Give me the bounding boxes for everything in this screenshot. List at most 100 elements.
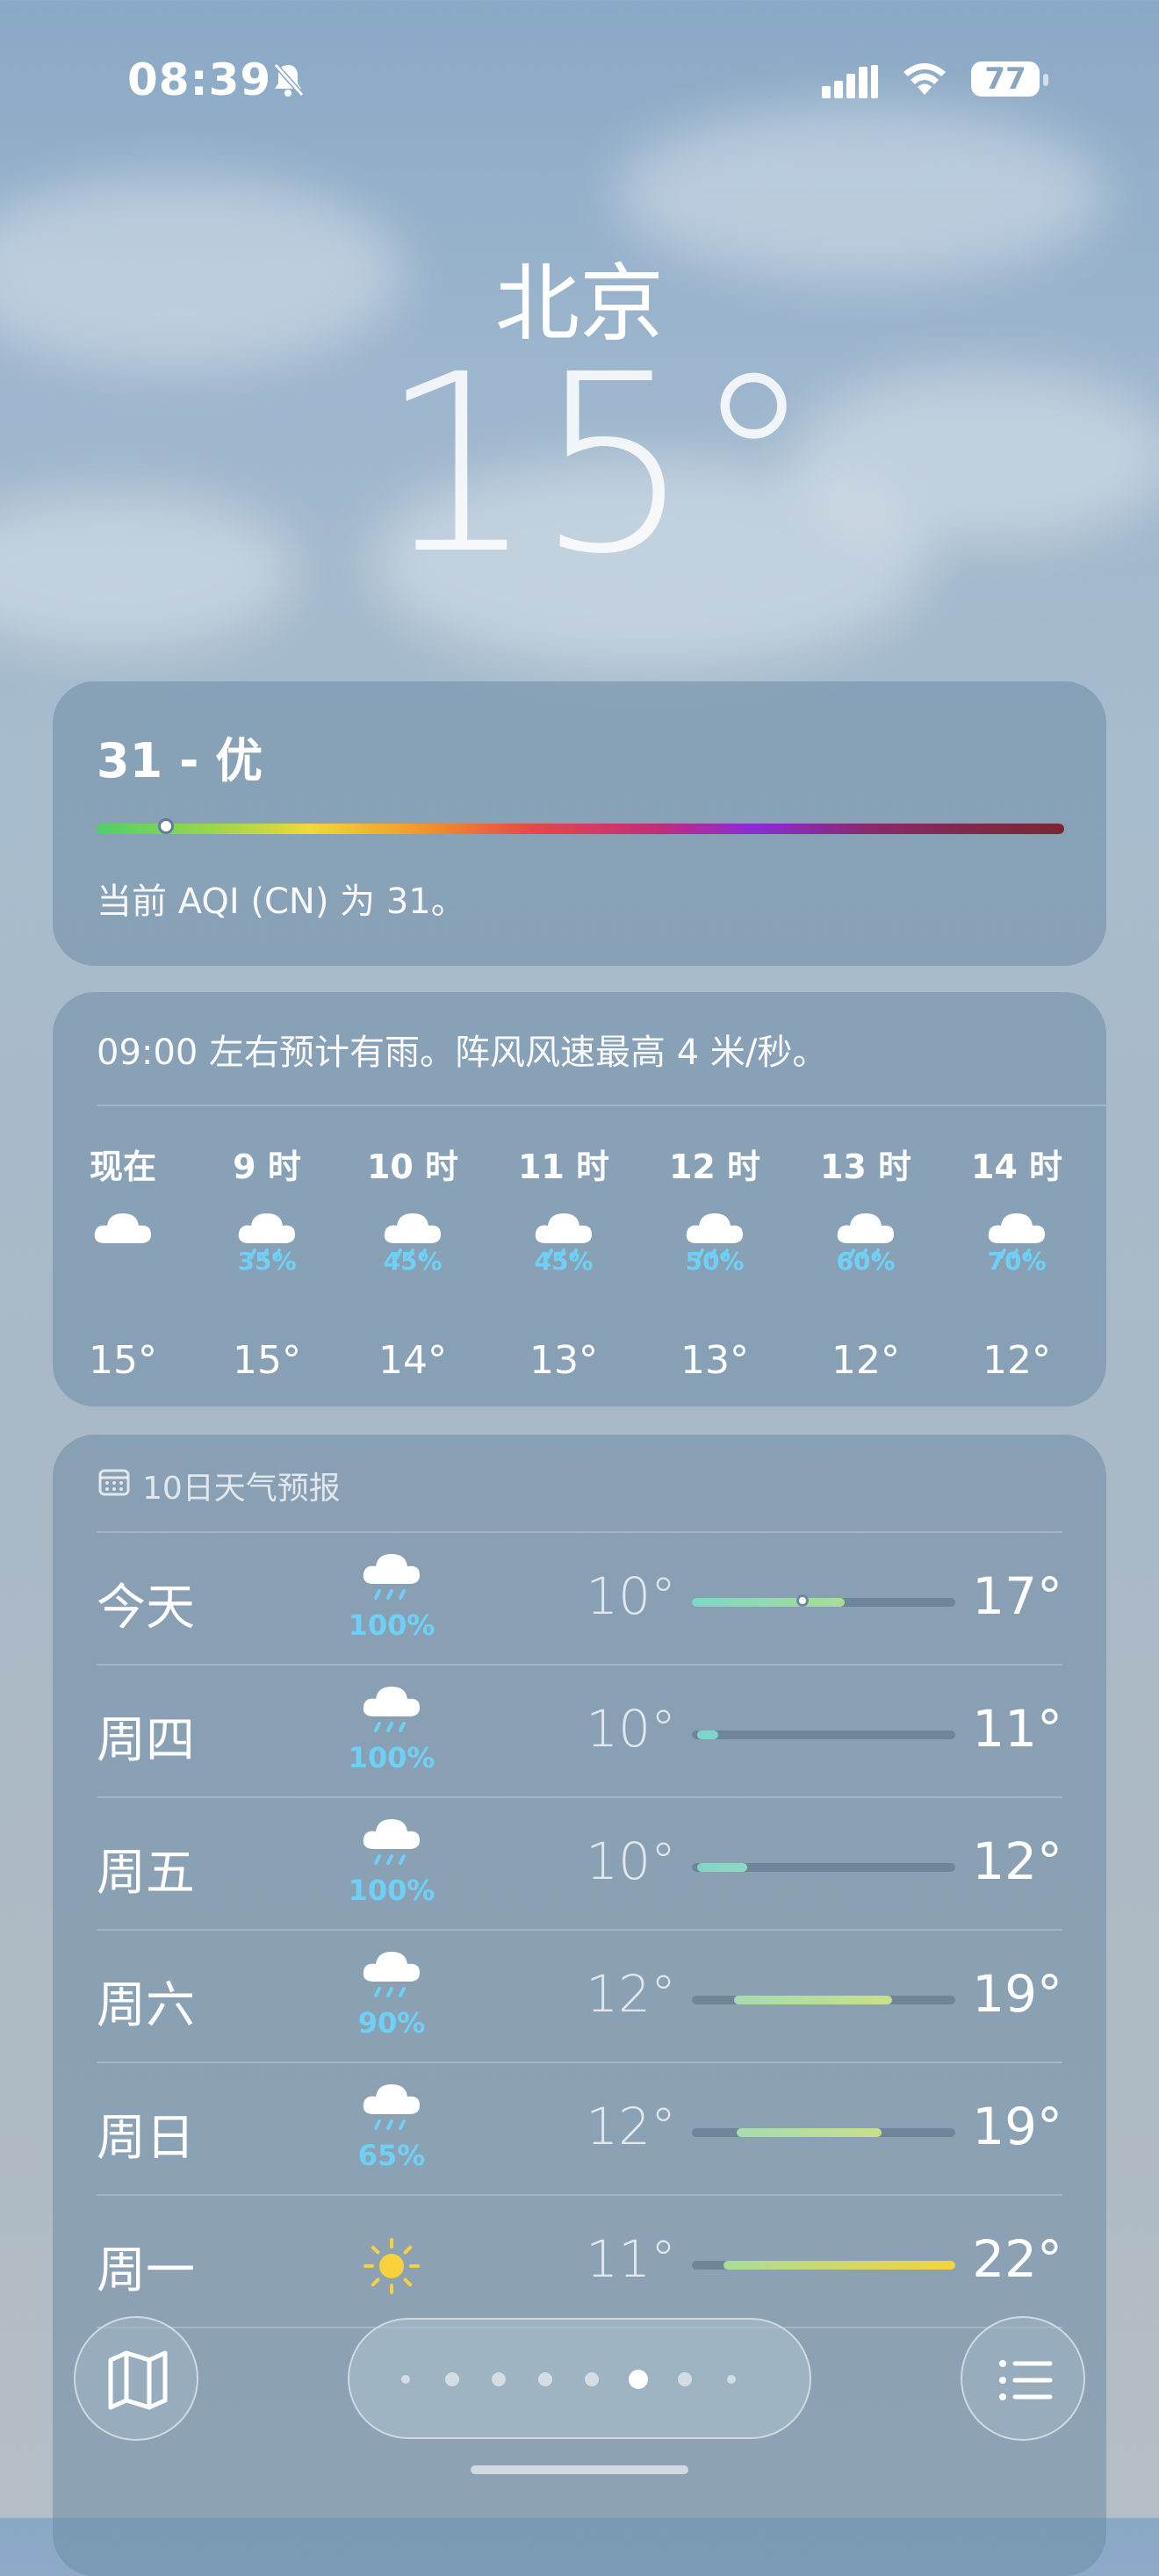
status-bar: 08:39 77 <box>0 54 1159 116</box>
temperature-range-fill <box>734 1996 892 2004</box>
hourly-item: 12 时 50% 13° <box>662 1140 767 1383</box>
page-dot-active[interactable] <box>629 2370 648 2389</box>
precip-chance: 100% <box>348 1874 436 1907</box>
precip-chance: 50% <box>685 1247 745 1276</box>
rain-cloud-icon <box>358 1946 425 2004</box>
low-temperature: 12° <box>586 2097 676 2156</box>
high-temperature: 12° <box>972 1831 1062 1891</box>
hour-label: 11 时 <box>517 1148 610 1186</box>
high-temperature: 22° <box>972 2229 1062 2289</box>
page-indicator[interactable] <box>348 2318 811 2439</box>
hour-temperature: 15° <box>89 1338 157 1383</box>
hour-label: 现在 <box>89 1148 156 1186</box>
aqi-indicator-dot <box>158 818 174 834</box>
cellular-signal-icon <box>822 65 878 98</box>
home-indicator[interactable] <box>471 2465 688 2474</box>
page-dot[interactable] <box>538 2372 552 2386</box>
aqi-description: 当前 AQI (CN) 为 31。 <box>97 881 466 922</box>
day-name: 周日 <box>97 2110 195 2167</box>
hour-temperature: 12° <box>983 1338 1051 1383</box>
daily-row[interactable]: 周日 65% 12° 19° <box>53 2063 1106 2196</box>
page-dot[interactable] <box>727 2375 736 2384</box>
page-dot[interactable] <box>445 2372 459 2386</box>
precip-chance: 60% <box>836 1247 896 1276</box>
day-name: 今天 <box>97 1579 195 1637</box>
temperature-range-bar <box>692 1863 955 1872</box>
hour-temperature: 15° <box>233 1338 301 1383</box>
hour-label: 13 时 <box>819 1148 912 1186</box>
hourly-item: 13 时 60% 12° <box>813 1140 918 1383</box>
temperature-range-bar <box>692 1996 955 2004</box>
hour-temperature: 13° <box>529 1338 598 1383</box>
hour-label: 10 时 <box>366 1148 459 1186</box>
calendar-icon <box>98 1469 130 1496</box>
current-temperature: 15° <box>378 322 816 608</box>
air-quality-card[interactable]: 31 - 优 当前 AQI (CN) 为 31。 <box>53 681 1106 966</box>
temperature-range-bar <box>692 2128 955 2137</box>
low-temperature: 10° <box>586 1699 676 1759</box>
day-name: 周六 <box>97 1977 195 2034</box>
daily-row[interactable]: 周四 100% 10° 11° <box>53 1666 1106 1798</box>
rain-cloud-icon <box>358 1814 425 1872</box>
precip-chance: 45% <box>383 1247 443 1276</box>
battery-tip <box>1043 74 1048 86</box>
sun-icon <box>358 2233 425 2294</box>
rain-cloud-icon <box>358 1681 425 1739</box>
precip-chance: 70% <box>987 1247 1047 1276</box>
current-temp-marker <box>796 1594 809 1607</box>
hourly-summary: 09:00 左右预计有雨。阵风风速最高 4 米/秒。 <box>97 1033 828 1073</box>
hourly-item: 11 时 45% 13° <box>511 1140 616 1383</box>
precip-chance: 65% <box>357 2139 426 2172</box>
temperature-range-fill <box>737 2128 882 2137</box>
temperature-range-fill <box>723 2261 955 2270</box>
precip-chance: 100% <box>348 1608 436 1642</box>
hourly-item: 10 时 45% 14° <box>360 1140 465 1383</box>
map-button[interactable] <box>74 2316 198 2441</box>
precip-chance: 90% <box>357 2006 426 2040</box>
hour-temperature: 14° <box>378 1338 447 1383</box>
rain-cloud-icon <box>358 1549 425 1607</box>
hour-temperature: 12° <box>831 1338 900 1383</box>
temperature-range-bar <box>692 2261 955 2270</box>
rain-cloud-icon <box>358 2079 425 2137</box>
hourly-item: 14 时 70% 12° <box>964 1140 1069 1383</box>
precip-chance: 45% <box>534 1247 594 1276</box>
daily-row[interactable]: 周一 11° 22° <box>53 2196 1106 2328</box>
precip-chance: 100% <box>348 1741 436 1774</box>
daily-row[interactable]: 周五 100% 10° 12° <box>53 1798 1106 1931</box>
high-temperature: 11° <box>972 1699 1062 1759</box>
hourly-item: 现在 15° <box>70 1140 176 1383</box>
list-icon <box>999 2360 1053 2400</box>
temperature-range-fill <box>692 1598 845 1607</box>
hour-label: 12 时 <box>668 1148 761 1186</box>
temperature-range-fill <box>697 1731 718 1739</box>
precip-chance: 35% <box>237 1247 297 1276</box>
high-temperature: 19° <box>972 1964 1062 2024</box>
map-icon <box>108 2350 168 2410</box>
hour-temperature: 13° <box>680 1338 749 1383</box>
battery-icon: 77 <box>971 61 1040 97</box>
wifi-icon <box>903 63 946 95</box>
page-dot[interactable] <box>585 2372 599 2386</box>
locations-list-button[interactable] <box>961 2316 1085 2441</box>
silent-bell-icon <box>273 63 305 97</box>
temperature-range-bar <box>692 1594 955 1607</box>
day-name: 周一 <box>97 2242 195 2299</box>
daily-row[interactable]: 今天 100% 10° 17° <box>53 1533 1106 1666</box>
divider <box>97 1105 1106 1106</box>
day-name: 周五 <box>97 1845 195 1902</box>
page-dot[interactable] <box>492 2372 506 2386</box>
low-temperature: 11° <box>586 2229 676 2289</box>
high-temperature: 19° <box>972 2097 1062 2156</box>
aqi-value: 31 - 优 <box>97 733 263 788</box>
daily-row[interactable]: 周六 90% 12° 19° <box>53 1931 1106 2063</box>
status-time: 08:39 <box>127 54 272 105</box>
low-temperature: 10° <box>586 1831 676 1891</box>
page-dot[interactable] <box>678 2372 692 2386</box>
high-temperature: 17° <box>972 1566 1062 1626</box>
temperature-range-bar <box>692 1731 955 1739</box>
page-dot[interactable] <box>401 2375 410 2384</box>
temperature-range-fill <box>697 1863 747 1872</box>
day-name: 周四 <box>97 1712 195 1769</box>
hourly-forecast-card[interactable]: 09:00 左右预计有雨。阵风风速最高 4 米/秒。 现在 15° 9 时 35%… <box>53 992 1106 1407</box>
